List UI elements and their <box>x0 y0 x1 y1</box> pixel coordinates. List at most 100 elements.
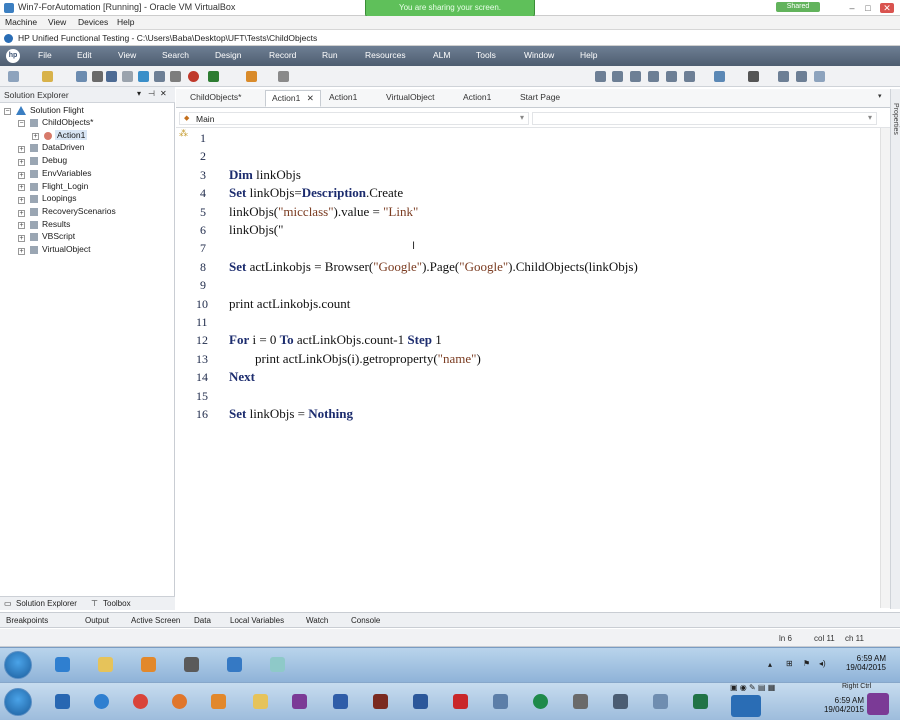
add-icon[interactable] <box>76 71 87 82</box>
taskbar-acrobat[interactable] <box>445 689 475 715</box>
vertical-scrollbar[interactable] <box>880 128 890 608</box>
taskbar-onenote[interactable] <box>284 689 314 715</box>
dropdown-icon[interactable]: ▾ <box>137 89 141 98</box>
menu-edit[interactable]: Edit <box>77 50 92 60</box>
vbox-menu-help[interactable]: Help <box>117 17 134 27</box>
action-center-icon[interactable]: ⚑ <box>803 659 810 668</box>
indent-icon[interactable] <box>630 71 641 82</box>
code-line[interactable]: linkObjs("micclass").value = "Link" <box>229 204 418 220</box>
menu-alm[interactable]: ALM <box>433 50 450 60</box>
tab-list-dropdown-icon[interactable]: ▾ <box>878 92 882 100</box>
expand-icon[interactable]: + <box>18 146 25 153</box>
tab-active-screen[interactable]: Active Screen <box>131 616 180 625</box>
object-repository-icon[interactable] <box>748 71 759 82</box>
tree-item-virtualobject[interactable]: VirtualObject <box>42 244 91 254</box>
tab-data[interactable]: Data <box>194 616 211 625</box>
tray-arrow-icon[interactable]: ▴ <box>768 660 772 669</box>
tree-item-flight-login[interactable]: Flight_Login <box>42 181 88 191</box>
network-icon[interactable]: ⊞ <box>786 659 793 668</box>
tab-action1[interactable]: Action1 <box>329 92 357 102</box>
menu-view[interactable]: View <box>118 50 136 60</box>
expand-icon[interactable]: + <box>18 172 25 179</box>
vbox-menu-machine[interactable]: Machine <box>5 17 37 27</box>
tab-breakpoints[interactable]: Breakpoints <box>6 616 48 625</box>
taskbar-media[interactable] <box>203 689 233 715</box>
taskbar-app-tile[interactable] <box>731 695 761 717</box>
minimize-icon[interactable]: – <box>846 3 858 13</box>
close-icon[interactable]: ✕ <box>880 3 894 13</box>
collapse-icon[interactable]: − <box>4 108 11 115</box>
tab-action1[interactable]: Action1 <box>463 92 491 102</box>
code-line[interactable]: print actLinkobjs.count <box>229 296 350 312</box>
menu-help[interactable]: Help <box>580 50 597 60</box>
code-line[interactable]: For i = 0 To actLinkObjs.count-1 Step 1 <box>229 332 442 348</box>
tree-item-vbscript[interactable]: VBScript <box>42 231 75 241</box>
comment-icon[interactable] <box>595 71 606 82</box>
menu-file[interactable]: File <box>38 50 52 60</box>
taskbar-media[interactable] <box>133 652 163 678</box>
refresh-icon[interactable] <box>138 71 149 82</box>
expand-icon[interactable]: + <box>18 210 25 217</box>
pin-icon[interactable] <box>278 71 289 82</box>
tab-output[interactable]: Output <box>85 616 109 625</box>
expand-icon[interactable]: + <box>18 235 25 242</box>
taskbar-ie[interactable] <box>86 689 116 715</box>
taskbar-firefox[interactable] <box>164 689 194 715</box>
code-line[interactable]: Next <box>229 369 255 385</box>
taskbar-remote[interactable] <box>605 689 635 715</box>
close-panel-icon[interactable]: ✕ <box>160 89 167 98</box>
menu-resources[interactable]: Resources <box>365 50 406 60</box>
taskbar-flight[interactable] <box>176 652 206 678</box>
taskbar-virtualbox[interactable] <box>485 689 515 715</box>
code-line[interactable]: linkObjs(" <box>229 222 283 238</box>
save-icon[interactable] <box>92 71 103 82</box>
properties-side-strip[interactable]: Properties <box>890 89 900 609</box>
tree-item-datadriven[interactable]: DataDriven <box>42 142 85 152</box>
format-icon[interactable] <box>666 71 677 82</box>
onenote-tray-icon[interactable] <box>867 693 889 715</box>
menu-record[interactable]: Record <box>269 50 296 60</box>
record-icon[interactable] <box>188 71 199 82</box>
tab-start-page[interactable]: Start Page <box>520 92 560 102</box>
code-line[interactable]: Set linkObjs = Nothing <box>229 406 353 422</box>
code-line[interactable]: Dim linkObjs <box>229 167 301 183</box>
expand-icon[interactable]: + <box>18 184 25 191</box>
tree-item-action1[interactable]: Action1 <box>55 130 88 140</box>
taskbar-word[interactable] <box>405 689 435 715</box>
collapse-icon[interactable]: − <box>18 120 25 127</box>
code-line[interactable]: Set linkObjs=Description.Create <box>229 185 403 201</box>
taskbar-visio[interactable] <box>325 689 355 715</box>
expand-icon[interactable]: + <box>32 133 39 140</box>
tab-virtualobject[interactable]: VirtualObject <box>386 92 435 102</box>
tab-watch[interactable]: Watch <box>306 616 328 625</box>
tree-item-childobjects[interactable]: ChildObjects* <box>42 117 94 127</box>
tree-solution-root[interactable]: Solution Flight <box>30 105 84 115</box>
volume-icon[interactable]: ◂) <box>819 659 826 668</box>
code-editor[interactable]: ⁂ 1 2 3 Dim linkObjs 4 Set linkObjs=Descripti… <box>176 128 880 608</box>
tab-solution-explorer[interactable]: Solution Explorer <box>16 599 77 608</box>
taskbar-flight[interactable] <box>565 689 595 715</box>
taskbar-browser[interactable] <box>525 689 555 715</box>
calculator-icon[interactable] <box>170 71 181 82</box>
pin-panel-icon[interactable]: ⊣ <box>148 89 155 98</box>
tree-item-recoveryscenarios[interactable]: RecoveryScenarios <box>42 206 116 216</box>
tab-toolbox[interactable]: Toolbox <box>103 599 131 608</box>
tree-item-debug[interactable]: Debug <box>42 155 67 165</box>
expand-icon[interactable]: + <box>18 248 25 255</box>
maximize-icon[interactable]: □ <box>862 3 874 13</box>
tree-item-loopings[interactable]: Loopings <box>42 193 77 203</box>
taskbar-chrome[interactable] <box>125 689 155 715</box>
new-icon[interactable] <box>8 71 19 82</box>
taskbar-excel[interactable] <box>685 689 715 715</box>
taskbar-uft[interactable] <box>219 652 249 678</box>
outdent-icon[interactable] <box>648 71 659 82</box>
taskbar-explorer[interactable] <box>245 689 275 715</box>
options-icon[interactable] <box>814 71 825 82</box>
open-icon[interactable] <box>42 71 53 82</box>
taskbar-outlook[interactable] <box>47 689 77 715</box>
run-icon[interactable] <box>208 71 219 82</box>
windows-start-icon[interactable] <box>4 651 32 679</box>
taskbar-ie[interactable] <box>47 652 77 678</box>
menu-tools[interactable]: Tools <box>476 50 496 60</box>
function-combo[interactable]: ▾ <box>532 112 877 125</box>
